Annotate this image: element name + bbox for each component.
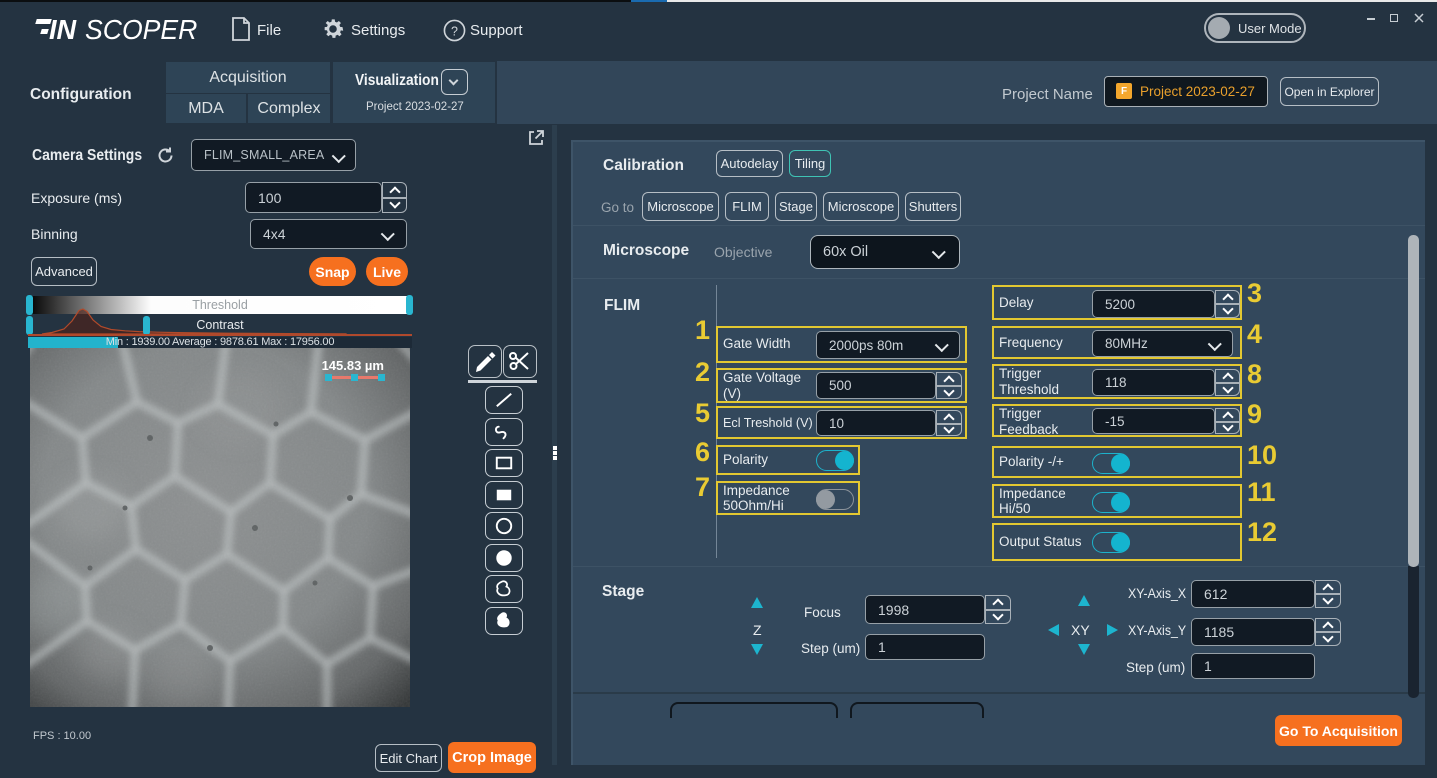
svg-text:?: ? — [451, 24, 458, 38]
